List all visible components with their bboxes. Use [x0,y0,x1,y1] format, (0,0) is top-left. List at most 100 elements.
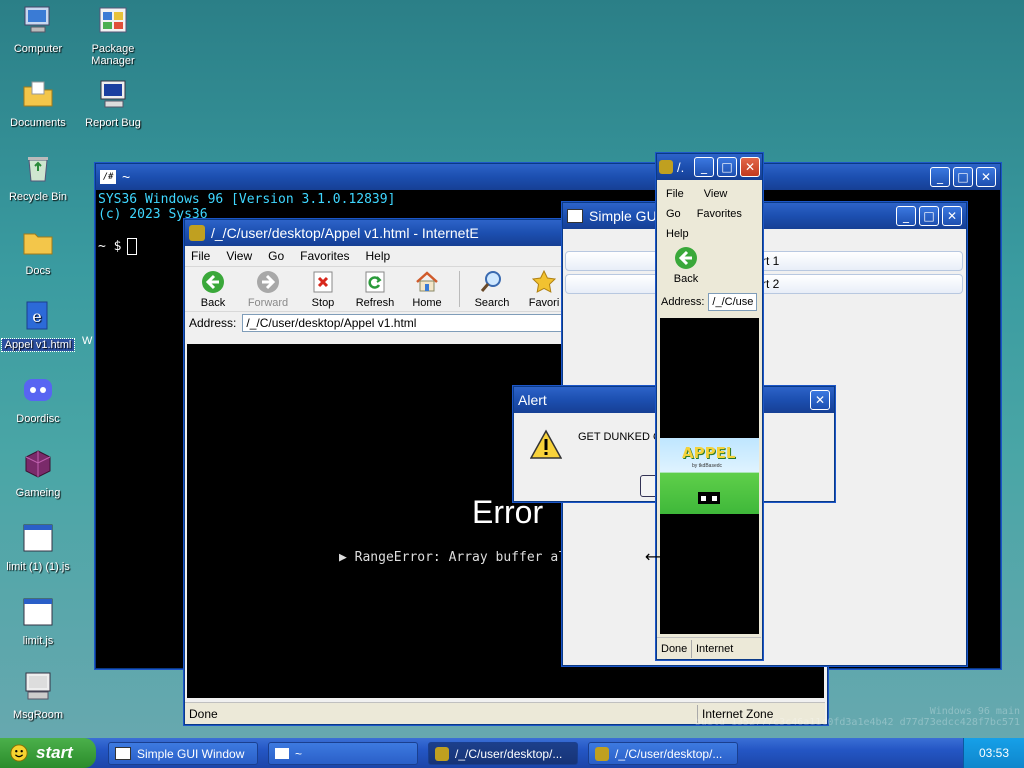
row-label: rt 2 [762,277,780,291]
forward-arrow-icon [257,270,279,293]
close-button[interactable]: ✕ [810,390,830,410]
maximize-button[interactable]: □ [717,157,737,177]
desktop-icon-report-bug[interactable]: Report Bug [77,78,149,129]
terminal-icon [275,748,289,759]
desktop-icon-documents[interactable]: Documents [2,78,74,129]
error-detail[interactable]: ▶ RangeError: Array buffer all [339,550,574,565]
back-label: Back [673,273,699,285]
menu-view[interactable]: View [226,249,252,263]
menu-favorites[interactable]: Favorites [300,249,349,263]
simple-gui-row-2[interactable]: rt 2 [565,274,963,294]
menu-view[interactable]: View [704,188,728,200]
forward-button[interactable]: Forward [239,270,297,309]
row-label: rt 1 [762,254,780,268]
task-terminal[interactable]: ~ [268,742,418,765]
close-button[interactable]: ✕ [976,167,996,187]
start-button[interactable]: start [0,738,96,768]
desktop-hidden-label: W [82,335,93,347]
close-button[interactable]: ✕ [942,206,962,226]
watermark-line: build 1352777c3c46a11c0fd3a1e4b42 d77d73… [694,717,1020,728]
task-ie-small[interactable]: /_/C/user/desktop/... [588,742,738,765]
favorites-label: Favori [528,296,560,309]
game-player-sprite [698,492,720,504]
menu-help[interactable]: Help [366,249,391,263]
address-label: Address: [189,316,237,330]
refresh-label: Refresh [355,296,395,309]
menu-go[interactable]: Go [268,249,284,263]
window-icon [115,747,131,760]
maximize-button[interactable]: □ [953,167,973,187]
ie-icon [595,746,609,761]
ie-small-viewport[interactable]: APPEL by tkdBasedc [660,318,759,634]
desktop-icon-label: Gameing [15,487,61,499]
back-button[interactable]: Back [661,246,711,285]
game-byline: by tkdBasedc [692,463,723,469]
back-arrow-icon [675,247,697,269]
ie-app-icon [189,225,205,241]
search-button[interactable]: Search [466,270,518,309]
minimize-button[interactable]: _ [930,167,950,187]
desktop-icon-limit-js[interactable]: limit.js [2,596,74,647]
start-label: start [36,743,73,762]
desktop-icon-doordisc[interactable]: Doordisc [2,374,74,425]
game-cube-icon [25,450,51,478]
desktop-icon-computer[interactable]: Computer [2,4,74,55]
back-arrow-icon [202,270,224,293]
maximize-button[interactable]: □ [919,206,939,226]
toolbar-separator [459,271,460,307]
task-label: ~ [295,746,303,761]
desktop-icon-label: Recycle Bin [8,191,68,203]
window-app-icon [567,209,583,223]
task-ie-main[interactable]: /_/C/user/desktop/... [428,742,578,765]
stop-button[interactable]: Stop [297,270,349,309]
close-button[interactable]: ✕ [740,157,760,177]
menu-help[interactable]: Help [666,228,689,240]
ie-small-address-bar: Address: /_/C/use [657,292,761,312]
terminal-cursor[interactable] [127,238,138,255]
stop-label: Stop [311,296,335,309]
terminal-app-icon: /# [100,170,116,184]
folder-icon [23,233,53,255]
desktop-icon-recycle-bin[interactable]: Recycle Bin [2,152,74,203]
back-label: Back [200,296,226,309]
address-label: Address: [661,296,705,308]
status-text: Done [661,642,688,655]
menu-favorites[interactable]: Favorites [697,208,742,220]
task-simple-gui[interactable]: Simple GUI Window [108,742,258,765]
menu-file[interactable]: File [191,249,210,263]
taskbar-clock[interactable]: 03:53 [963,738,1024,768]
taskbar: start Simple GUI Window ~ /_/C/user/desk… [0,738,1024,768]
simple-gui-titlebar[interactable]: Simple GUI _ □ ✕ [563,203,966,229]
doordisc-icon [24,379,52,401]
desktop-icon-gameing[interactable]: Gameing [2,448,74,499]
ie-small-titlebar[interactable]: /. _ □ ✕ [657,154,762,180]
watermark-line: Windows 96 main [929,706,1020,717]
minimize-button[interactable]: _ [896,206,916,226]
ie-icon [435,746,449,761]
status-divider [691,639,692,658]
ie-small-window[interactable]: /. _ □ ✕ File View Go Favorites Help Back … [656,153,763,660]
menu-file[interactable]: File [666,188,684,200]
terminal-titlebar[interactable]: /# ~ _ □ ✕ [96,164,1000,190]
warning-icon [530,429,562,459]
search-label: Search [474,296,510,309]
minimize-button[interactable]: _ [694,157,714,177]
desktop-icon-limit-1-1-js[interactable]: limit (1) (1).js [2,522,74,573]
task-label: /_/C/user/desktop/... [615,746,723,761]
desktop-icon-msgroom[interactable]: MsgRoom [2,670,74,721]
desktop-icon-label: Doordisc [16,413,60,425]
resize-cursor: ⟷ [645,547,668,566]
desktop-icon-package-manager[interactable]: Package Manager [77,4,149,67]
refresh-button[interactable]: Refresh [349,270,401,309]
desktop-icon-docs[interactable]: Docs [2,226,74,277]
desktop-icon-label: limit.js [22,635,54,647]
menu-go[interactable]: Go [666,208,681,220]
address-input[interactable]: /_/C/use [708,293,757,311]
simple-gui-row-1[interactable]: rt 1 [565,251,963,271]
back-button[interactable]: Back [187,270,239,309]
desktop-icon-label: Computer [13,43,63,55]
home-button[interactable]: Home [401,270,453,309]
desktop-icon-appel-html[interactable]: e Appel v1.html [1,300,75,352]
msgroom-icon [25,672,51,700]
appel-game-canvas[interactable]: APPEL by tkdBasedc [660,438,759,514]
